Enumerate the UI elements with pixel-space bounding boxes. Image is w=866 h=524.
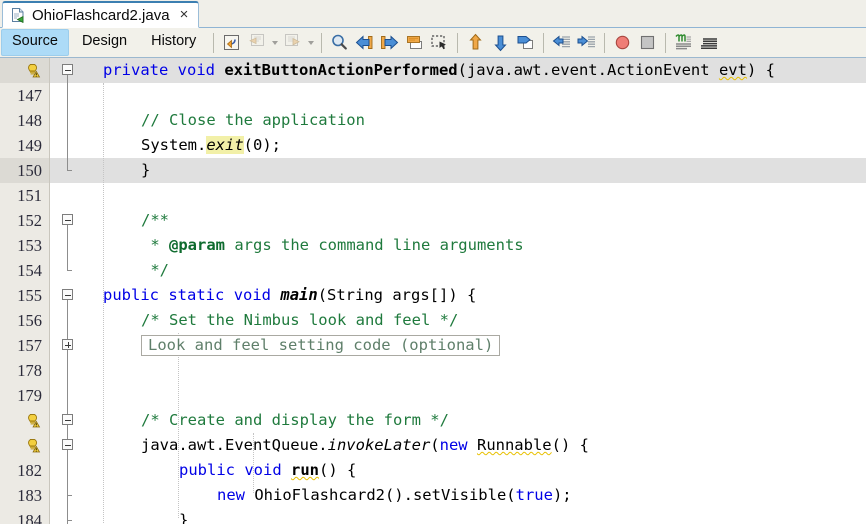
stop-macro-recording-icon[interactable]	[636, 31, 659, 54]
current-line-highlight	[85, 158, 866, 183]
shift-line-left-icon[interactable]	[550, 31, 573, 54]
line-number: 178	[17, 361, 42, 380]
back-icon[interactable]	[245, 31, 268, 54]
toggle-bookmark-icon[interactable]	[514, 31, 537, 54]
next-bookmark-icon[interactable]	[489, 31, 512, 54]
tab-history[interactable]: History	[140, 29, 207, 55]
collapsed-fold-placeholder[interactable]: Look and feel setting code (optional)	[141, 335, 501, 356]
view-mode-tabs: Source Design History	[0, 28, 208, 58]
shift-line-right-icon[interactable]	[575, 31, 598, 54]
line-number: 179	[17, 386, 42, 405]
fold-toggle-anonymous-class[interactable]	[62, 414, 73, 425]
start-macro-recording-icon[interactable]	[611, 31, 634, 54]
line-number: 156	[17, 311, 42, 330]
previous-bookmark-icon[interactable]	[464, 31, 487, 54]
code-line: }	[179, 511, 189, 524]
hint-bulb-icon[interactable]	[25, 433, 41, 458]
line-number: 148	[17, 111, 42, 130]
hint-bulb-icon[interactable]	[25, 408, 41, 433]
toolbar-separator	[321, 32, 323, 53]
comment-icon[interactable]	[403, 31, 426, 54]
fold-end-tick	[67, 520, 72, 521]
code-line: public static void main(String args[]) {	[103, 286, 477, 304]
line-number: 157	[17, 336, 42, 355]
code-line: /* Set the Nimbus look and feel */	[141, 311, 459, 329]
code-editor[interactable]: 147 148 149 150 151 152 153 154 155 156 …	[0, 58, 866, 524]
code-line: System.exit(0);	[141, 136, 282, 154]
code-line: new OhioFlashcard2().setVisible(true);	[217, 486, 572, 504]
code-line: java.awt.EventQueue.invokeLater(new Runn…	[141, 436, 589, 454]
fold-toggle-method[interactable]	[62, 64, 73, 75]
line-number: 147	[17, 86, 42, 105]
toolbar-separator	[665, 32, 667, 53]
shift-right-icon[interactable]	[378, 31, 401, 54]
toolbar-separator	[604, 32, 606, 53]
fold-end-tick	[67, 170, 72, 171]
forward-icon[interactable]	[281, 31, 304, 54]
code-fold-bar[interactable]	[50, 58, 85, 524]
code-text-area[interactable]: private void exitButtonActionPerformed(j…	[85, 58, 866, 524]
line-number: 151	[17, 186, 42, 205]
fold-toggle-collapsed-lookandfeel[interactable]	[62, 339, 73, 350]
fold-line	[67, 75, 68, 170]
toolbar-separator	[213, 32, 215, 53]
toggle-highlight-icon[interactable]	[672, 31, 695, 54]
close-icon[interactable]: ×	[176, 7, 191, 24]
line-number: 154	[17, 261, 42, 280]
line-number: 153	[17, 236, 42, 255]
code-line: }	[141, 161, 151, 179]
fold-end-tick	[67, 495, 72, 496]
code-line: private void exitButtonActionPerformed(j…	[103, 61, 775, 79]
editor-tab-bar: OhioFlashcard2.java ×	[0, 0, 866, 28]
code-line: */	[141, 261, 169, 279]
line-number: 149	[17, 136, 42, 155]
line-number: 150	[17, 161, 42, 180]
line-number: 155	[17, 286, 42, 305]
code-line: /**	[141, 211, 169, 229]
toolbar-separator	[543, 32, 545, 53]
rectangular-select-icon[interactable]	[428, 31, 451, 54]
tab-design[interactable]: Design	[71, 29, 138, 55]
code-line: * @param args the command line arguments	[141, 236, 524, 254]
fold-line	[67, 300, 68, 524]
line-number-gutter[interactable]: 147 148 149 150 151 152 153 154 155 156 …	[0, 58, 50, 524]
file-tab-ohioflashcard2[interactable]: OhioFlashcard2.java ×	[2, 1, 200, 28]
back-dropdown-chevron-down-icon[interactable]	[269, 32, 280, 54]
forward-dropdown-chevron-down-icon[interactable]	[305, 32, 316, 54]
java-file-icon	[12, 8, 24, 23]
tab-source[interactable]: Source	[1, 29, 69, 56]
fold-toggle-javadoc[interactable]	[62, 214, 73, 225]
find-selection-icon[interactable]	[328, 31, 351, 54]
fold-end-tick	[67, 270, 72, 271]
code-line: public void run() {	[179, 461, 357, 479]
line-number: 183	[17, 486, 42, 505]
editor-toolbar: Source Design History	[0, 28, 866, 58]
shift-left-icon[interactable]	[353, 31, 376, 54]
line-number: 152	[17, 211, 42, 230]
hint-bulb-icon[interactable]	[25, 58, 41, 83]
toolbar-separator	[457, 32, 459, 53]
line-number: 184	[17, 511, 42, 524]
fold-toggle-run-method[interactable]	[62, 439, 73, 450]
code-line: /* Create and display the form */	[141, 411, 449, 429]
fold-toggle-main[interactable]	[62, 289, 73, 300]
fold-line	[67, 225, 68, 270]
file-tab-label: OhioFlashcard2.java	[32, 6, 170, 24]
code-line: // Close the application	[141, 111, 365, 129]
line-number: 182	[17, 461, 42, 480]
inspect-icon[interactable]	[697, 31, 720, 54]
last-edit-icon[interactable]	[220, 31, 243, 54]
